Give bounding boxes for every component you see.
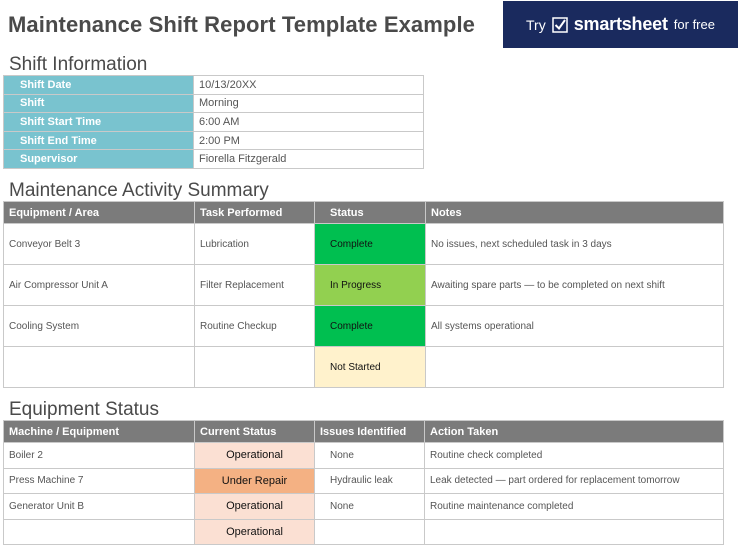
equipment-cell[interactable]: [3, 346, 195, 388]
issues-cell[interactable]: None: [314, 493, 425, 520]
shift-info-row: Shift End Time 2:00 PM: [3, 130, 424, 151]
shift-info-label: Supervisor: [3, 149, 194, 169]
task-cell[interactable]: Lubrication: [194, 223, 315, 265]
table-row: Press Machine 7 Under Repair Hydraulic l…: [3, 467, 724, 494]
current-status-cell[interactable]: Operational: [194, 493, 315, 520]
shift-info-label: Shift Date: [3, 75, 194, 95]
equipment-cell[interactable]: Air Compressor Unit A: [3, 264, 195, 306]
notes-cell[interactable]: [425, 346, 724, 388]
issues-cell[interactable]: [314, 518, 425, 545]
equipment-heading: Equipment Status: [9, 399, 159, 420]
shift-info-value[interactable]: 6:00 AM: [193, 112, 424, 132]
shift-info-heading: Shift Information: [9, 54, 148, 75]
action-cell[interactable]: Routine maintenance completed: [424, 493, 724, 520]
machine-cell[interactable]: Generator Unit B: [3, 493, 195, 520]
equipment-header-row: Machine / Equipment Current Status Issue…: [3, 420, 724, 443]
column-header: Notes: [425, 201, 724, 224]
action-cell[interactable]: Leak detected — part ordered for replace…: [424, 467, 724, 494]
column-header: Equipment / Area: [3, 201, 195, 224]
task-cell[interactable]: [194, 346, 315, 388]
promo-try-label: Try: [526, 16, 546, 33]
notes-cell[interactable]: All systems operational: [425, 305, 724, 347]
current-status-cell[interactable]: Operational: [194, 518, 315, 545]
machine-cell[interactable]: Press Machine 7: [3, 467, 195, 494]
shift-info-label: Shift Start Time: [3, 112, 194, 132]
action-cell[interactable]: [424, 518, 724, 545]
promo-free-label: for free: [673, 17, 715, 32]
column-header: Current Status: [194, 420, 315, 443]
status-cell[interactable]: Complete: [314, 223, 426, 265]
current-status-cell[interactable]: Operational: [194, 442, 315, 469]
page-title: Maintenance Shift Report Template Exampl…: [8, 12, 476, 37]
issues-cell[interactable]: Hydraulic leak: [314, 467, 425, 494]
table-row: Generator Unit B Operational None Routin…: [3, 493, 724, 520]
table-row: Cooling System Routine Checkup Complete …: [3, 305, 724, 347]
shift-info-row: Supervisor Fiorella Fitzgerald: [3, 149, 424, 169]
shift-info-value[interactable]: Fiorella Fitzgerald: [193, 149, 424, 169]
shift-info-label: Shift: [3, 93, 194, 114]
smartsheet-check-icon: [551, 16, 568, 33]
task-cell[interactable]: Routine Checkup: [194, 305, 315, 347]
shift-info-row: Shift Start Time 6:00 AM: [3, 112, 424, 132]
shift-info-value[interactable]: 10/13/20XX: [193, 75, 424, 95]
status-cell[interactable]: Not Started: [314, 346, 426, 388]
table-row: Operational: [3, 518, 724, 545]
shift-info-value[interactable]: 2:00 PM: [193, 130, 424, 151]
equipment-table: Machine / Equipment Current Status Issue…: [3, 420, 724, 545]
shift-info-row: Shift Morning: [3, 93, 424, 114]
column-header: Status: [314, 201, 426, 224]
shift-info-table: Shift Date 10/13/20XX Shift Morning Shif…: [3, 75, 424, 169]
column-header: Machine / Equipment: [3, 420, 195, 443]
machine-cell[interactable]: Boiler 2: [3, 442, 195, 469]
task-cell[interactable]: Filter Replacement: [194, 264, 315, 306]
machine-cell[interactable]: [3, 518, 195, 545]
issues-cell[interactable]: None: [314, 442, 425, 469]
column-header: Action Taken: [424, 420, 724, 443]
equipment-cell[interactable]: Conveyor Belt 3: [3, 223, 195, 265]
column-header: Task Performed: [194, 201, 315, 224]
smartsheet-promo-button[interactable]: Try smartsheet for free: [503, 1, 738, 48]
status-cell[interactable]: Complete: [314, 305, 426, 347]
table-row: Conveyor Belt 3 Lubrication Complete No …: [3, 223, 724, 265]
shift-info-label: Shift End Time: [3, 130, 194, 151]
status-cell[interactable]: In Progress: [314, 264, 426, 306]
activity-table: Equipment / Area Task Performed Status N…: [3, 201, 724, 388]
equipment-cell[interactable]: Cooling System: [3, 305, 195, 347]
shift-info-row: Shift Date 10/13/20XX: [3, 75, 424, 95]
notes-cell[interactable]: Awaiting spare parts — to be completed o…: [425, 264, 724, 306]
action-cell[interactable]: Routine check completed: [424, 442, 724, 469]
shift-info-value[interactable]: Morning: [193, 93, 424, 114]
activity-heading: Maintenance Activity Summary: [9, 180, 269, 201]
table-row: Not Started: [3, 346, 724, 388]
table-row: Boiler 2 Operational None Routine check …: [3, 442, 724, 469]
current-status-cell[interactable]: Under Repair: [194, 467, 315, 494]
activity-header-row: Equipment / Area Task Performed Status N…: [3, 201, 724, 224]
promo-brand-label: smartsheet: [573, 14, 668, 34]
notes-cell[interactable]: No issues, next scheduled task in 3 days: [425, 223, 724, 265]
table-row: Air Compressor Unit A Filter Replacement…: [3, 264, 724, 306]
column-header: Issues Identified: [314, 420, 425, 443]
